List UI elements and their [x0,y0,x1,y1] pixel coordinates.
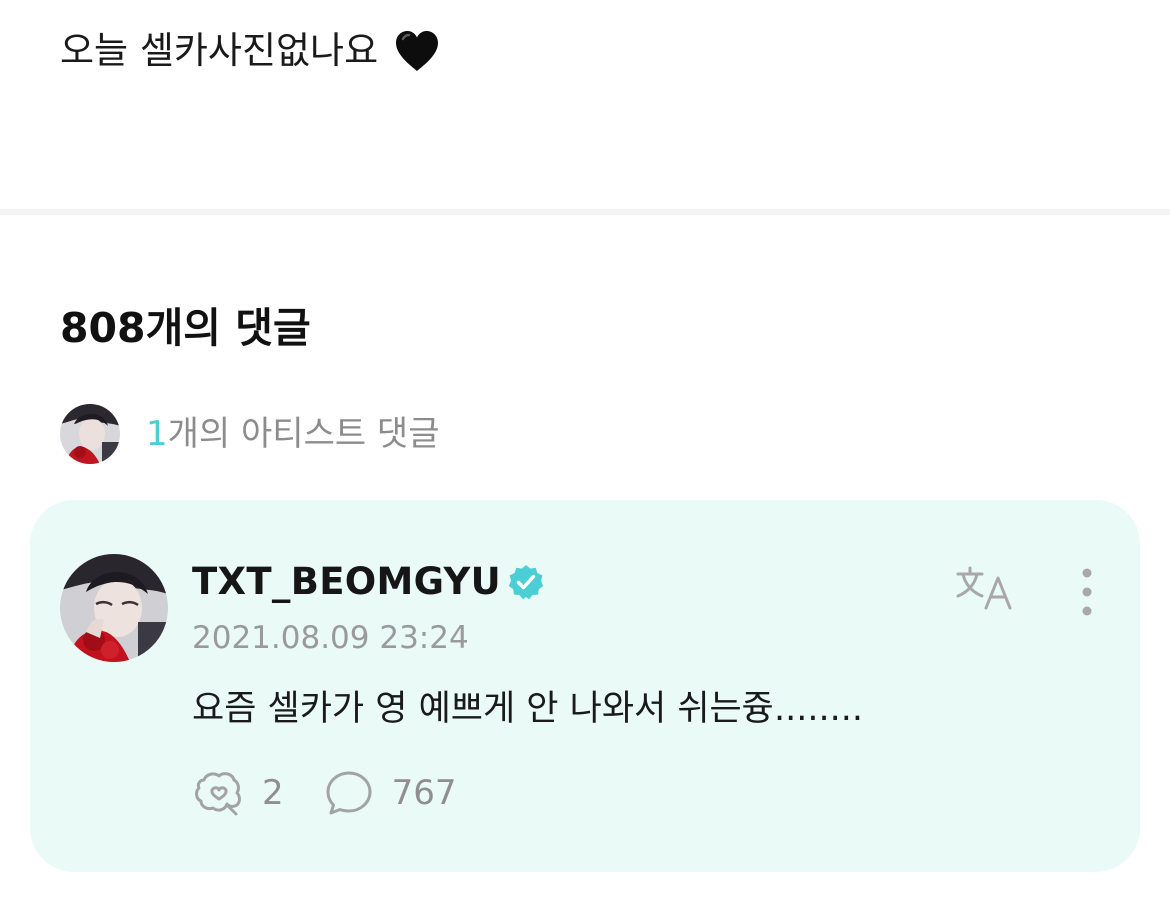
reply-button[interactable]: 767 [322,766,457,820]
artist-comment-card: TXT_BEOMGYU 2021.08.09 23:24 요즘 셀카가 영 예쁘… [30,500,1140,872]
comment-author-row: TXT_BEOMGYU [192,558,545,606]
artist-avatar [60,404,120,464]
comment-author-name[interactable]: TXT_BEOMGYU [192,558,501,606]
comment-date: 2021.08.09 23:24 [192,620,469,656]
artist-comment-count: 1 [146,414,168,454]
comment-bubble-icon [326,771,372,815]
comment-author-avatar[interactable] [60,554,168,662]
comment-body: 요즘 셀카가 영 예쁘게 안 나와서 쉬는즁........ [192,689,863,729]
verified-badge-icon [508,565,544,600]
comment-actions: 2 767 [192,766,457,820]
post-text: 오늘 셀카사진없나요 [60,29,379,72]
reply-count: 767 [391,773,457,813]
translate-icon[interactable] [954,562,1018,614]
black-heart-icon [396,31,439,71]
artist-comment-summary-text: 1개의 아티스트 댓글 [146,410,440,458]
artist-comment-summary[interactable]: 1개의 아티스트 댓글 [60,404,440,464]
like-button[interactable]: 2 [192,766,284,820]
post-text-row: 오늘 셀카사진없나요 [60,24,442,78]
artist-comment-label: 개의 아티스트 댓글 [167,414,440,454]
more-vertical-icon[interactable] [1072,566,1102,618]
like-count: 2 [262,773,284,813]
comments-title: 808개의 댓글 [60,304,311,352]
section-divider [0,209,1170,215]
like-icon [195,772,241,816]
